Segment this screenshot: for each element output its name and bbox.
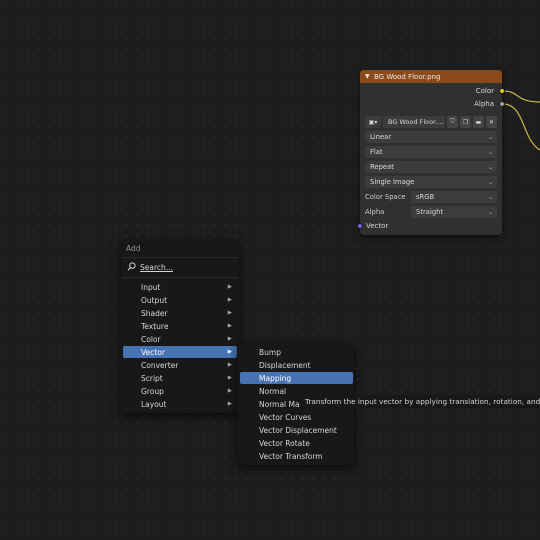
menu-item-texture[interactable]: Texture ▶ — [123, 320, 237, 332]
submenu-item-vector-displacement[interactable]: Vector Displacement — [240, 424, 353, 436]
submenu-arrow-icon: ▶ — [227, 284, 232, 290]
menu-item-converter[interactable]: Converter ▶ — [123, 359, 237, 371]
submenu-item-displacement[interactable]: Displacement — [240, 359, 353, 371]
unlink-close-icon[interactable]: ✕ — [486, 116, 497, 128]
menu-item-label: Input — [141, 282, 161, 292]
menu-item-label: Color — [141, 334, 161, 344]
submenu-arrow-icon: ▶ — [227, 362, 232, 368]
submenu-arrow-icon: ▶ — [227, 336, 232, 342]
fake-user-shield-icon[interactable]: ⛉ — [447, 116, 458, 128]
alpha-label: Alpha — [365, 208, 385, 216]
menu-item-color[interactable]: Color ▶ — [123, 333, 237, 345]
image-texture-node[interactable]: ▼ BG Wood Floor.png Color Alpha ▣▾ BG Wo… — [360, 70, 502, 235]
alpha-mode-value: Straight — [416, 208, 444, 216]
color-space-row: Color Space sRGB ⌄ — [365, 191, 497, 203]
menu-item-label: Texture — [141, 321, 169, 331]
tooltip-text: Transform the input vector by applying t… — [305, 397, 540, 406]
node-title: BG Wood Floor.png — [374, 72, 441, 81]
alpha-mode-row: Alpha Straight ⌄ — [365, 206, 497, 218]
chevron-down-icon: ⌄ — [487, 208, 493, 216]
projection-dropdown[interactable]: Flat ⌄ — [365, 146, 497, 158]
output-alpha-label: Alpha — [474, 100, 494, 108]
collapse-chevron-icon[interactable]: ▼ — [365, 73, 374, 80]
submenu-item-vector-transform[interactable]: Vector Transform — [240, 450, 353, 462]
chevron-down-icon: ⌄ — [487, 133, 493, 141]
submenu-item-bump[interactable]: Bump — [240, 346, 353, 358]
extension-value: Repeat — [370, 163, 394, 171]
submenu-item-vector-rotate[interactable]: Vector Rotate — [240, 437, 353, 449]
menu-item-layout[interactable]: Layout ▶ — [123, 398, 237, 410]
color-link — [502, 90, 540, 103]
menu-item-label: Layout — [141, 399, 167, 409]
add-menu: Add Search... Input ▶ Output ▶ Shader ▶ Tex… — [121, 240, 239, 413]
add-menu-title: Add — [126, 244, 141, 253]
menu-item-label: Output — [141, 295, 168, 305]
submenu-arrow-icon: ▶ — [227, 310, 232, 316]
divider — [121, 257, 239, 258]
chevron-down-icon: ⌄ — [487, 148, 493, 156]
menu-item-label: Shader — [141, 308, 168, 318]
alpha-output-socket[interactable] — [499, 101, 505, 107]
chevron-down-icon: ⌄ — [487, 178, 493, 186]
alpha-link — [502, 103, 540, 151]
image-name-field[interactable]: BG Wood Floor.... — [383, 116, 445, 128]
submenu-arrow-icon: ▶ — [227, 401, 232, 407]
menu-item-input[interactable]: Input ▶ — [123, 281, 237, 293]
submenu-arrow-icon: ▶ — [227, 388, 232, 394]
search-icon — [127, 262, 136, 273]
source-value: Single Image — [370, 178, 415, 186]
color-output-socket[interactable] — [499, 88, 505, 94]
menu-item-shader[interactable]: Shader ▶ — [123, 307, 237, 319]
interpolation-dropdown[interactable]: Linear ⌄ — [365, 131, 497, 143]
duplicate-image-icon[interactable]: ❐ — [460, 116, 471, 128]
menu-item-label: Group — [141, 386, 164, 396]
submenu-item-vector-curves[interactable]: Vector Curves — [240, 411, 353, 423]
chevron-down-icon: ⌄ — [487, 193, 493, 201]
input-vector-label: Vector — [366, 222, 389, 230]
extension-dropdown[interactable]: Repeat ⌄ — [365, 161, 497, 173]
submenu-item-mapping[interactable]: Mapping — [240, 372, 353, 384]
projection-value: Flat — [370, 148, 383, 156]
output-color-label: Color — [475, 87, 494, 95]
image-browse-icon[interactable]: ▣▾ — [365, 116, 381, 128]
submenu-arrow-icon: ▶ — [227, 297, 232, 303]
chevron-down-icon: ⌄ — [487, 163, 493, 171]
color-space-value: sRGB — [416, 193, 435, 201]
source-dropdown[interactable]: Single Image ⌄ — [365, 176, 497, 188]
menu-item-label: Script — [141, 373, 163, 383]
menu-item-group[interactable]: Group ▶ — [123, 385, 237, 397]
color-space-dropdown[interactable]: sRGB ⌄ — [411, 191, 497, 203]
vector-input-socket[interactable] — [357, 223, 363, 229]
submenu-arrow-icon: ▶ — [227, 349, 232, 355]
color-space-label: Color Space — [365, 193, 406, 201]
menu-search[interactable]: Search... — [127, 262, 173, 273]
node-header[interactable]: ▼ BG Wood Floor.png — [360, 70, 502, 83]
submenu-arrow-icon: ▶ — [227, 375, 232, 381]
mapping-tooltip: Transform the input vector by applying t… — [300, 395, 540, 408]
menu-item-script[interactable]: Script ▶ — [123, 372, 237, 384]
image-selector-row: ▣▾ BG Wood Floor.... ⛉ ❐ ▬ ✕ — [365, 116, 497, 128]
submenu-arrow-icon: ▶ — [227, 323, 232, 329]
menu-item-label: Converter — [141, 360, 179, 370]
menu-item-output[interactable]: Output ▶ — [123, 294, 237, 306]
alpha-mode-dropdown[interactable]: Straight ⌄ — [411, 206, 497, 218]
divider — [121, 277, 239, 278]
interpolation-value: Linear — [370, 133, 392, 141]
search-label: Search... — [140, 263, 173, 272]
open-folder-icon[interactable]: ▬ — [473, 116, 484, 128]
menu-item-label: Vector — [141, 347, 165, 357]
menu-item-vector[interactable]: Vector ▶ — [123, 346, 237, 358]
